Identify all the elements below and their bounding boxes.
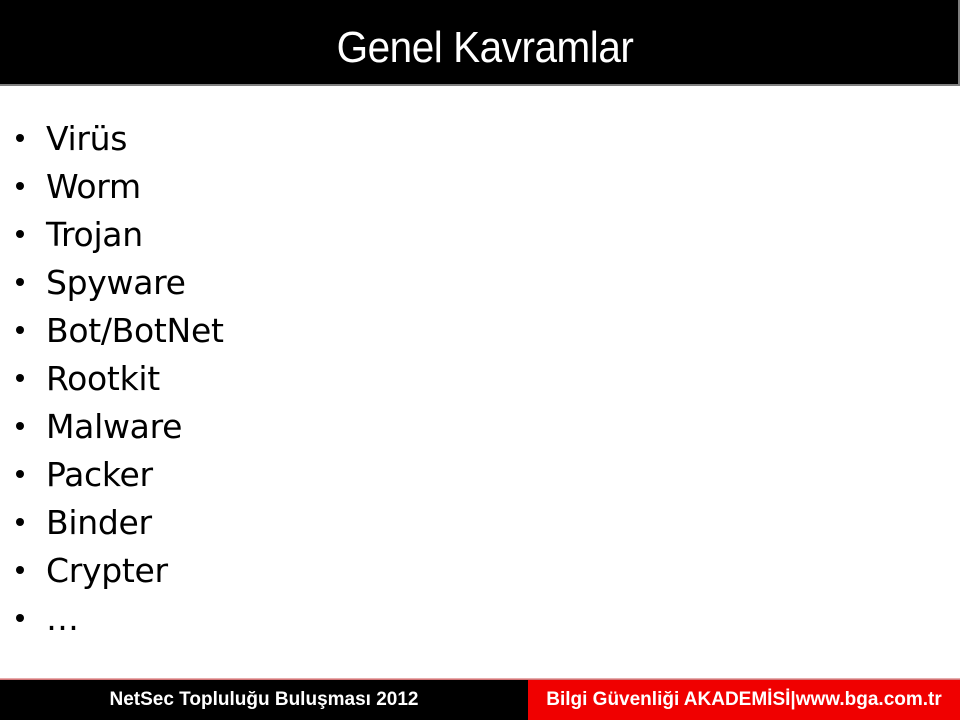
- bullet-item-ellipsis: …: [12, 594, 224, 642]
- bullet-icon: [16, 278, 24, 286]
- bullet-item-crypter: Crypter: [12, 546, 224, 594]
- footer-event-label: NetSec Topluluğu Buluşması 2012: [0, 680, 528, 720]
- bullet-icon: [16, 518, 24, 526]
- slide-title: Genel Kavramlar: [336, 23, 634, 72]
- bullet-item-trojan: Trojan: [12, 210, 224, 258]
- bullet-text: Binder: [46, 502, 152, 542]
- bullet-icon: [16, 182, 24, 190]
- bullet-icon: [16, 614, 24, 622]
- slide: Genel Kavramlar Virüs Worm Trojan Spywar…: [0, 0, 960, 720]
- bullet-item-spyware: Spyware: [12, 258, 224, 306]
- bullet-list: Virüs Worm Trojan Spyware Bot/BotNet Roo…: [12, 114, 224, 642]
- bullet-icon: [16, 230, 24, 238]
- bullet-text: Trojan: [46, 214, 143, 254]
- bullet-item-worm: Worm: [12, 162, 224, 210]
- bullet-icon: [16, 566, 24, 574]
- bullet-icon: [16, 470, 24, 478]
- bullet-item-malware: Malware: [12, 402, 224, 450]
- bullet-icon: [16, 134, 24, 142]
- bullet-item-botnet: Bot/BotNet: [12, 306, 224, 354]
- footer-organization-label: Bilgi Güvenliği AKADEMİSİ|www.bga.com.tr: [528, 680, 960, 720]
- footer: NetSec Topluluğu Buluşması 2012 Bilgi Gü…: [0, 680, 960, 720]
- bullet-text: Crypter: [46, 550, 168, 590]
- bullet-text: Packer: [46, 454, 153, 494]
- bullet-text: …: [46, 598, 79, 638]
- title-bar: Genel Kavramlar: [0, 0, 960, 86]
- bullet-text: Spyware: [46, 262, 186, 302]
- bullet-item-virus: Virüs: [12, 114, 224, 162]
- bullet-text: Virüs: [46, 118, 128, 158]
- bullet-item-rootkit: Rootkit: [12, 354, 224, 402]
- bullet-text: Worm: [46, 166, 141, 206]
- bullet-icon: [16, 374, 24, 382]
- bullet-item-binder: Binder: [12, 498, 224, 546]
- bullet-icon: [16, 326, 24, 334]
- bullet-text: Rootkit: [46, 358, 160, 398]
- bullet-text: Malware: [46, 406, 183, 446]
- bullet-item-packer: Packer: [12, 450, 224, 498]
- bullet-icon: [16, 422, 24, 430]
- bullet-text: Bot/BotNet: [46, 310, 224, 350]
